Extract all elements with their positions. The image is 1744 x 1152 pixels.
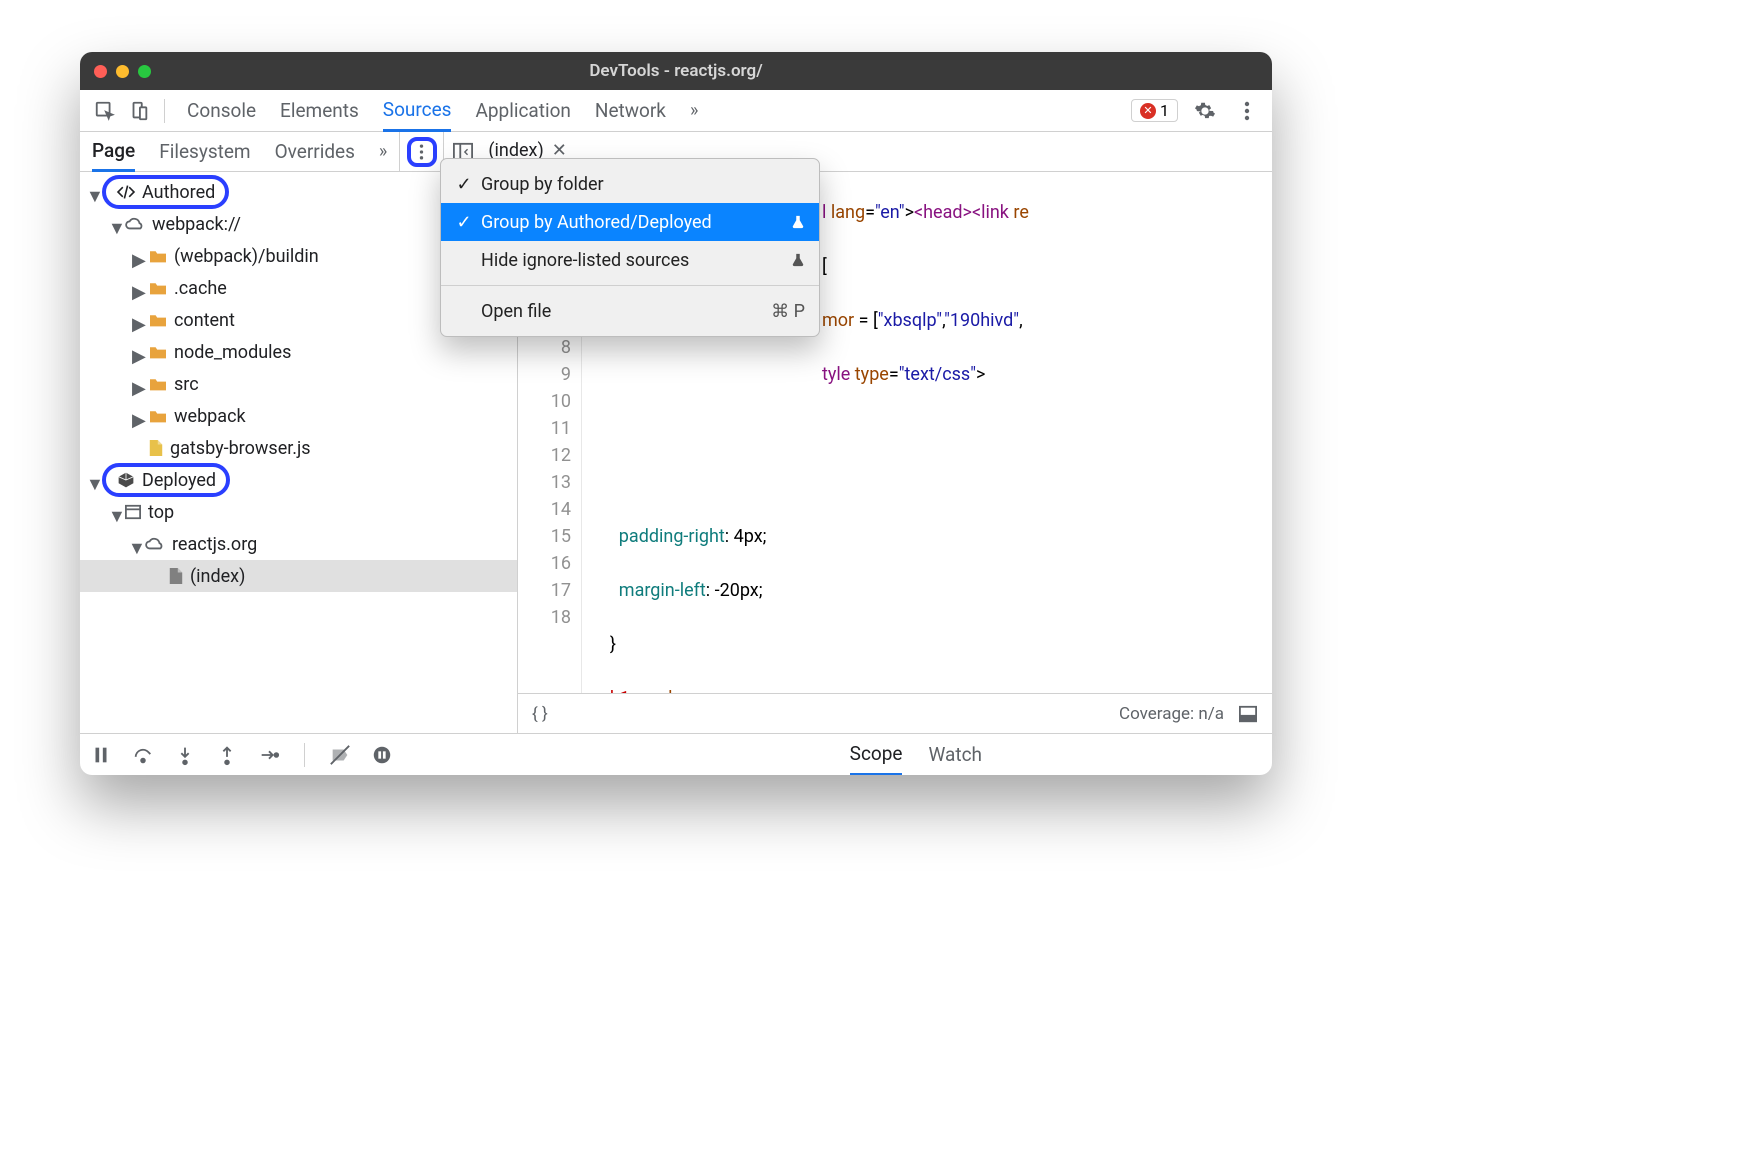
flask-icon	[791, 252, 805, 268]
error-icon: ✕	[1140, 103, 1156, 119]
navigator-more-button[interactable]	[407, 137, 437, 167]
tab-elements[interactable]: Elements	[280, 90, 359, 131]
menu-open-file[interactable]: Open file ⌘ P	[441, 292, 819, 330]
settings-gear-icon[interactable]	[1190, 96, 1220, 126]
tree-file-index[interactable]: (index)	[80, 560, 517, 592]
error-count: 1	[1160, 101, 1169, 120]
traffic-lights	[94, 65, 151, 78]
menu-separator	[441, 285, 819, 286]
tabs-overflow-icon[interactable]: »	[690, 90, 698, 131]
code-icon	[116, 184, 136, 200]
kebab-menu-icon[interactable]	[1232, 96, 1262, 126]
navigator-tabs: Page Filesystem Overrides »	[80, 132, 399, 171]
titlebar: DevTools - reactjs.org/	[80, 52, 1272, 90]
main-tabs: Console Elements Sources Application Net…	[187, 90, 698, 131]
main-toolbar: Console Elements Sources Application Net…	[80, 90, 1272, 132]
folder-icon	[148, 312, 168, 328]
editor-footer: { } Coverage: n/a	[518, 693, 1272, 733]
document-icon	[168, 566, 184, 586]
pause-icon[interactable]	[90, 744, 112, 766]
separator	[164, 99, 165, 123]
menu-hide-ignore-listed[interactable]: Hide ignore-listed sources	[441, 241, 819, 279]
subtab-filesystem[interactable]: Filesystem	[159, 132, 250, 171]
tab-application[interactable]: Application	[475, 90, 570, 131]
tree-node-origin[interactable]: ▼reactjs.org	[80, 528, 517, 560]
tree-folder[interactable]: ▶src	[80, 368, 517, 400]
folder-icon	[148, 408, 168, 424]
js-file-icon	[148, 438, 164, 458]
window-title: DevTools - reactjs.org/	[589, 61, 762, 81]
pretty-print-button[interactable]: { }	[532, 704, 548, 724]
frame-icon	[124, 504, 142, 520]
subtabs-overflow-icon[interactable]: »	[379, 132, 387, 171]
inspect-icon[interactable]	[90, 96, 120, 126]
subtab-overrides[interactable]: Overrides	[275, 132, 355, 171]
folder-icon	[148, 344, 168, 360]
tab-sources[interactable]: Sources	[383, 91, 452, 132]
cloud-icon	[144, 536, 166, 552]
shortcut-label: ⌘ P	[771, 301, 805, 322]
step-over-icon[interactable]	[132, 744, 154, 766]
step-out-icon[interactable]	[216, 744, 238, 766]
cloud-icon	[124, 216, 146, 232]
tree-folder[interactable]: ▶node_modules	[80, 336, 517, 368]
pause-on-exceptions-icon[interactable]	[371, 744, 393, 766]
folder-icon	[148, 280, 168, 296]
subtab-page[interactable]: Page	[92, 133, 135, 172]
menu-group-by-authored[interactable]: ✓Group by Authored/Deployed	[441, 203, 819, 241]
tab-console[interactable]: Console	[187, 90, 256, 131]
device-toggle-icon[interactable]	[124, 96, 154, 126]
debugger-toolbar: Scope Watch	[80, 733, 1272, 775]
tab-scope[interactable]: Scope	[850, 735, 903, 776]
flask-icon	[791, 214, 805, 230]
menu-group-by-folder[interactable]: ✓Group by folder	[441, 165, 819, 203]
deactivate-breakpoints-icon[interactable]	[329, 744, 351, 766]
tree-node-top[interactable]: ▼top	[80, 496, 517, 528]
error-count-badge[interactable]: ✕ 1	[1131, 99, 1178, 122]
tree-folder[interactable]: ▶webpack	[80, 400, 517, 432]
minimize-window-button[interactable]	[116, 65, 129, 78]
dock-icon[interactable]	[1238, 705, 1258, 723]
folder-icon	[148, 376, 168, 392]
tab-network[interactable]: Network	[595, 90, 666, 131]
step-into-icon[interactable]	[174, 744, 196, 766]
folder-icon	[148, 248, 168, 264]
step-icon[interactable]	[258, 744, 280, 766]
cube-icon	[116, 471, 136, 489]
tree-file-gatsby[interactable]: gatsby-browser.js	[80, 432, 517, 464]
coverage-label: Coverage: n/a	[1119, 704, 1224, 724]
close-window-button[interactable]	[94, 65, 107, 78]
navigator-context-menu: ✓Group by folder ✓Group by Authored/Depl…	[440, 158, 820, 337]
tree-group-deployed[interactable]: ▼ Deployed	[80, 464, 517, 496]
tab-watch[interactable]: Watch	[928, 734, 982, 775]
zoom-window-button[interactable]	[138, 65, 151, 78]
